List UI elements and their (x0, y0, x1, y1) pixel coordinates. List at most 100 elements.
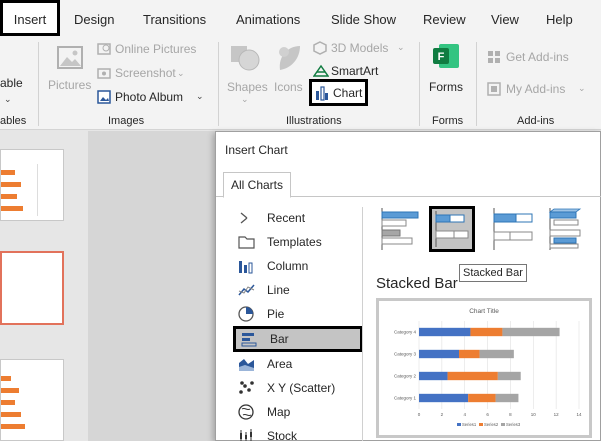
thumbnail-bar (1, 206, 23, 211)
icons-button[interactable]: Icons (272, 42, 306, 94)
shapes-icon (231, 46, 260, 71)
chevron-down-icon: ⌄ (241, 94, 249, 104)
chart-type-area[interactable]: Area (233, 352, 363, 376)
dialog-divider (362, 207, 363, 441)
tab-transitions[interactable]: Transitions (143, 12, 206, 27)
line-chart-icon (238, 284, 255, 296)
dialog-title: Insert Chart (225, 143, 288, 157)
screenshot-button[interactable]: Screenshot (115, 66, 176, 80)
chevron-down-icon: ⌄ (196, 91, 204, 101)
forms-button[interactable]: F Forms (427, 42, 467, 94)
x-tick-label: 8 (509, 412, 512, 417)
tab-review[interactable]: Review (423, 12, 466, 27)
pictures-icon (57, 46, 83, 69)
chart-type-label: Recent (267, 211, 306, 225)
dialog-tabs: All Charts (216, 169, 601, 198)
shapes-label: Shapes (227, 80, 268, 94)
screenshot-icon (97, 68, 111, 79)
chart-type-label: Pie (267, 307, 285, 321)
smartart-button[interactable]: SmartArt (331, 64, 378, 78)
slide-thumbnail[interactable] (0, 149, 64, 221)
tab-animations[interactable]: Animations (236, 12, 300, 27)
tab-slide-show[interactable]: Slide Show (331, 12, 396, 27)
tab-view[interactable]: View (491, 12, 519, 27)
stacked-bar-tooltip: Stacked Bar (459, 264, 527, 282)
online-pictures-button[interactable]: Online Pictures (115, 42, 196, 56)
clustered-bar-option[interactable] (378, 206, 424, 252)
stacked-bar-option[interactable] (429, 206, 475, 252)
x-tick-label: 0 (418, 412, 421, 417)
ribbon-tabs: Insert Design Transitions Animations Sli… (0, 0, 601, 38)
chart-type-scatter[interactable]: X Y (Scatter) (233, 376, 363, 400)
table-button-label[interactable]: able (0, 76, 23, 90)
chart-type-line[interactable]: Line (233, 278, 363, 302)
bar-segment (497, 371, 521, 381)
x-tick-label: 6 (486, 412, 489, 417)
x-tick-label: 2 (441, 412, 444, 417)
slide-thumbnail-selected[interactable] (0, 251, 64, 325)
pictures-label: Pictures (48, 78, 92, 92)
3d-clustered-bar-option[interactable] (546, 206, 592, 252)
tab-design[interactable]: Design (74, 12, 114, 27)
addins-group-label: Add-ins (517, 115, 555, 127)
y-tick-label: Category 1 (394, 396, 417, 401)
shapes-button[interactable]: Shapes ⌄ (225, 42, 268, 104)
chart-label: Chart (333, 86, 363, 100)
stock-chart-icon (240, 429, 252, 441)
tab-insert[interactable]: Insert (0, 0, 60, 36)
thumbnail-bar (1, 424, 25, 429)
legend-label: Series3 (506, 422, 521, 427)
tab-all-charts[interactable]: All Charts (223, 172, 292, 198)
ribbon-insert: able ⌄ ables Pictures Online Pictures Sc… (0, 38, 601, 130)
photo-album-icon (97, 90, 111, 104)
forms-group-label: Forms (432, 115, 464, 127)
bar-segment (459, 349, 480, 359)
chart-type-label: Templates (267, 235, 322, 249)
bar-segment (447, 371, 498, 381)
bar-segment (468, 393, 496, 403)
chart-type-pie[interactable]: Pie (233, 302, 363, 326)
tab-help[interactable]: Help (546, 12, 573, 27)
chart-type-map[interactable]: Map (233, 400, 363, 424)
my-addins-button[interactable]: My Add-ins (506, 82, 565, 96)
chart-type-templates[interactable]: Templates (233, 230, 363, 254)
online-pictures-icon (97, 43, 111, 55)
thumbnail-bar (1, 170, 15, 175)
svg-text:F: F (438, 51, 445, 63)
legend-label: Series1 (462, 422, 477, 427)
x-tick-label: 4 (463, 412, 466, 417)
icons-label: Icons (274, 80, 303, 94)
chevron-down-icon: ⌄ (397, 42, 405, 52)
100-stacked-bar-icon (493, 208, 533, 250)
photo-album-button[interactable]: Photo Album (115, 90, 183, 104)
thumbnail-bar (1, 400, 15, 405)
legend-swatch (479, 423, 483, 426)
x-tick-label: 10 (531, 412, 537, 417)
bar-chart-icon (241, 333, 257, 347)
forms-icon: F (433, 44, 459, 68)
bar-segment (419, 393, 469, 403)
subtype-title: Stacked Bar (376, 275, 458, 292)
chart-type-label: Bar (270, 332, 289, 346)
get-addins-icon (488, 51, 500, 63)
pictures-button[interactable]: Pictures (48, 42, 92, 94)
chart-type-label: Area (267, 357, 293, 371)
chart-type-recent[interactable]: Recent (233, 206, 363, 230)
chart-type-column[interactable]: Column (233, 254, 363, 278)
chart-button[interactable]: Chart (309, 79, 368, 106)
chart-type-label: Map (267, 405, 291, 419)
bar-segment (419, 371, 448, 381)
images-group-label: Images (108, 115, 145, 127)
chart-type-stock[interactable]: Stock (233, 424, 363, 441)
chart-title: Chart Title (469, 308, 499, 315)
3d-models-icon (313, 41, 327, 55)
100-stacked-bar-option[interactable] (490, 206, 536, 252)
get-addins-button[interactable]: Get Add-ins (506, 50, 569, 64)
chart-type-bar[interactable]: Bar (233, 326, 363, 352)
group-divider (419, 42, 420, 126)
slide-thumbnail[interactable] (0, 359, 64, 441)
y-tick-label: Category 4 (394, 330, 417, 335)
x-tick-label: 14 (576, 412, 582, 417)
group-divider (218, 42, 219, 126)
3d-models-button[interactable]: 3D Models (331, 41, 388, 55)
